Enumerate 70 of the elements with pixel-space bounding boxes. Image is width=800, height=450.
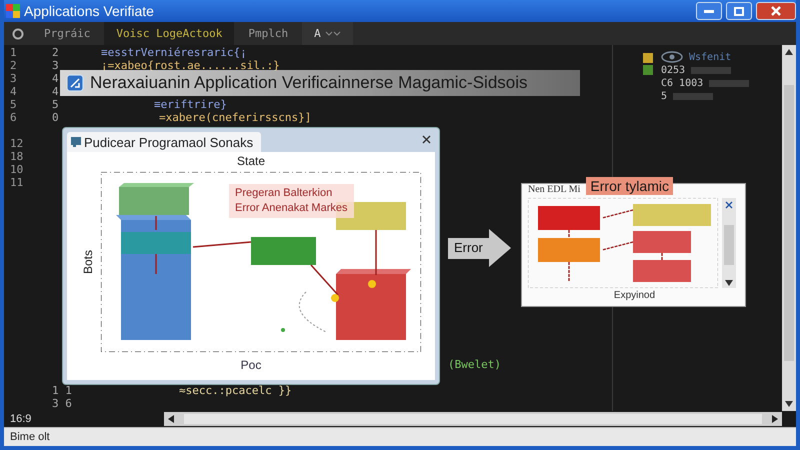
value-bar [673, 93, 714, 100]
window-title: Applications Verifiate [24, 3, 154, 19]
line-number: 10 [10, 163, 24, 176]
line-number: 3 6 [52, 397, 72, 410]
arrow-head-icon [488, 229, 511, 267]
document-icon [71, 137, 81, 147]
maximize-icon [734, 6, 744, 16]
line-number: 5 [52, 98, 59, 111]
axis-label: Poc [240, 358, 262, 372]
horizontal-scrollbar[interactable] [164, 412, 782, 426]
line-number: 18 [10, 150, 24, 163]
line-number: 5 [10, 98, 17, 111]
chart-title: State [236, 154, 266, 168]
axis-label: Bots [81, 250, 95, 274]
side-panel-text: 0253 [661, 65, 686, 76]
value-bar [709, 80, 750, 87]
cursor-position: 16:9 [9, 413, 32, 425]
line-number: 3 [52, 59, 59, 72]
down-arrow-icon [785, 401, 793, 407]
value-bar [691, 67, 732, 74]
line-number: 4 [52, 85, 59, 98]
dropdown-tab[interactable]: A [302, 22, 353, 45]
caret-icon [324, 30, 341, 36]
up-arrow-icon [785, 49, 793, 55]
right-arrow-icon [772, 415, 778, 423]
code-line: (Bwelet) [448, 358, 501, 371]
app-logo-icon [66, 74, 84, 92]
line-number: 2 [10, 59, 17, 72]
minimize-icon [704, 10, 714, 12]
square-marker-icon [643, 53, 653, 75]
line-number: 0 [52, 111, 59, 124]
side-panel-text: 5 [661, 91, 668, 102]
code-line: ≈secc.:pcacelc }} [179, 384, 292, 397]
error-tag: Error tylamic [586, 177, 673, 195]
eye-icon [661, 51, 683, 63]
side-panel-text: Wsfenit [689, 52, 732, 62]
line-number: 2 [52, 46, 59, 59]
code-line: =xabere(cneferirsscns}] [159, 111, 312, 124]
minimize-button[interactable] [696, 2, 722, 20]
close-icon [771, 6, 781, 16]
code-line: ≡eriftrire} [154, 98, 227, 111]
app-icon [6, 4, 20, 18]
arrow-label: Error [448, 229, 511, 267]
panel-header: Nen EDL Mi [528, 184, 580, 194]
line-number: 1 [10, 46, 17, 59]
close-icon [422, 135, 431, 144]
code-line: ≡esstrVerniéresraric{¡ [101, 46, 247, 59]
vertical-scrollbar[interactable] [782, 45, 796, 411]
line-number: 4 [10, 85, 17, 98]
code-line: ¡=xabeo{rost.ae......sil.:} [101, 59, 280, 72]
panel-caption: Expyinod [614, 290, 656, 301]
scrollbar[interactable] [722, 198, 736, 288]
dialog-title: Pudicear Programaol Sonaks [84, 134, 254, 150]
left-arrow-icon [168, 415, 174, 423]
line-number: 1 1 [52, 384, 72, 397]
close-button[interactable] [756, 2, 796, 20]
status-text: Bime olt [10, 431, 50, 443]
line-number: 3 [10, 72, 17, 85]
down-arrow-icon [725, 280, 733, 286]
side-panel-text: C6 1003 [661, 78, 704, 89]
maximize-button[interactable] [726, 2, 752, 20]
circle-icon [12, 28, 24, 40]
line-number: 6 [10, 111, 17, 124]
banner-title: Neraxaiuanin Application Verificainnerse Magamic-Sidsois [90, 73, 528, 93]
editor-tab[interactable]: Voisc LogeActook [104, 22, 234, 45]
annotation-label: Pregeran Balterkion Error Anenakat Markes [229, 184, 354, 218]
close-icon [724, 200, 734, 210]
line-number: 4 [52, 72, 59, 85]
line-number: 12 [10, 137, 24, 150]
line-number: 11 [10, 176, 24, 189]
